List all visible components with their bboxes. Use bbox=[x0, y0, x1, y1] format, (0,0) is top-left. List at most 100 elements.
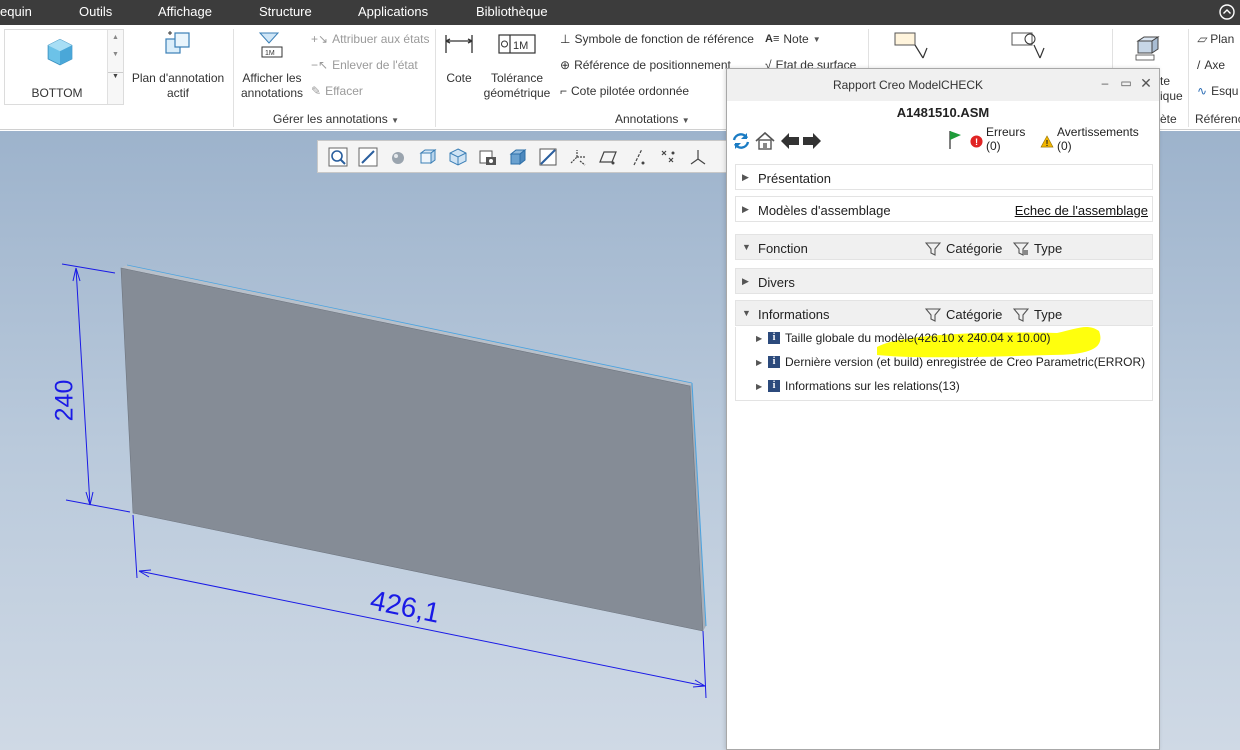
datum-target-button[interactable]: ⊕ Référence de positionnement bbox=[560, 58, 731, 72]
info-icon: i bbox=[768, 380, 780, 392]
list-item[interactable]: ▶ i Taille globale du modèle(426.10 x 24… bbox=[756, 329, 1051, 347]
bottom-view-icon bbox=[47, 38, 73, 66]
back-arrow-icon[interactable] bbox=[779, 130, 801, 152]
menu-item-structure[interactable]: Structure bbox=[259, 4, 312, 19]
plane-button[interactable]: ▱ Plan bbox=[1197, 32, 1234, 46]
expand-arrow-icon: ▶ bbox=[742, 204, 749, 214]
svg-text:!: ! bbox=[1046, 138, 1049, 148]
list-item[interactable]: ▶ i Informations sur les relations(13) bbox=[756, 377, 960, 395]
menu-item-bibliotheque[interactable]: Bibliothèque bbox=[476, 4, 548, 19]
chevron-down-icon: ▼ bbox=[681, 116, 690, 125]
cut-label-te: te bbox=[1160, 74, 1171, 88]
erase-button[interactable]: ✎ Effacer bbox=[311, 84, 363, 98]
menu-bar: equin Outils Affichage Structure Applica… bbox=[0, 0, 1240, 25]
ordinate-icon: ⌐ bbox=[560, 84, 568, 98]
geometric-tolerance-label: Tolérance géométrique bbox=[483, 71, 551, 100]
section-function[interactable]: ▼ Fonction Catégorie Type bbox=[735, 234, 1153, 260]
remove-icon: −↖ bbox=[311, 58, 329, 72]
assembly-failure-link[interactable]: Echec de l'assemblage bbox=[1015, 203, 1148, 218]
filter-settings-icon bbox=[1013, 241, 1029, 256]
warnings-label: Avertissements bbox=[1057, 125, 1139, 139]
assign-to-states-button[interactable]: +↘ Attribuer aux états bbox=[311, 32, 429, 46]
category-filter-label: Catégorie bbox=[946, 241, 1003, 256]
info-icon: i bbox=[768, 332, 780, 344]
model-graphics bbox=[61, 263, 707, 699]
section-misc-title: Divers bbox=[758, 275, 795, 290]
category-filter[interactable]: Catégorie bbox=[925, 241, 1002, 256]
warnings-indicator[interactable]: Avertissements (0) bbox=[1057, 125, 1139, 153]
note-icon: A≡ bbox=[765, 33, 780, 45]
expand-arrow-icon: ▶ bbox=[742, 276, 749, 286]
refresh-icon[interactable] bbox=[730, 130, 752, 152]
type-filter[interactable]: Type bbox=[1013, 241, 1062, 256]
warnings-count: (0) bbox=[1057, 139, 1072, 153]
chevron-up-icon[interactable] bbox=[1218, 3, 1236, 21]
minimize-icon[interactable]: – bbox=[1098, 76, 1112, 90]
close-icon[interactable]: ✕ bbox=[1139, 76, 1153, 90]
home-icon[interactable] bbox=[754, 130, 776, 152]
sketch-button[interactable]: ∿ Esqu bbox=[1197, 84, 1238, 98]
ordinate-dimension-button[interactable]: ⌐ Cote pilotée ordonnée bbox=[560, 84, 689, 98]
manage-annotations-label: Gérer les annotations bbox=[273, 112, 388, 126]
menu-item-applications[interactable]: Applications bbox=[358, 4, 428, 19]
chevron-down-icon: ▼ bbox=[812, 34, 821, 44]
annotation-plane-icon bbox=[165, 31, 190, 54]
datum-target-symbol-icon[interactable] bbox=[1010, 30, 1050, 62]
assign-to-states-label: Attribuer aux états bbox=[332, 32, 430, 46]
maximize-icon[interactable]: ▭ bbox=[1119, 76, 1133, 90]
active-annotation-plane-button[interactable]: Plan d'annotation actif bbox=[128, 29, 228, 101]
remove-from-state-button[interactable]: −↖ Enlever de l'état bbox=[311, 58, 418, 72]
view-gallery[interactable]: BOTTOM ▲ ▼ ▼ bbox=[4, 29, 124, 105]
remove-from-state-label: Enlever de l'état bbox=[332, 58, 418, 72]
axis-button[interactable]: / Axe bbox=[1197, 58, 1225, 72]
section-presentation[interactable]: ▶ Présentation bbox=[735, 164, 1153, 190]
show-annotations-button[interactable]: 1M Afficher les annotations bbox=[238, 29, 306, 101]
section-assembly-models[interactable]: ▶ Modèles d'assemblage Echec de l'assemb… bbox=[735, 196, 1153, 222]
flag-note-icon[interactable] bbox=[893, 30, 933, 62]
plate-front-face[interactable] bbox=[120, 267, 704, 632]
show-annotations-icon: 1M bbox=[258, 32, 283, 58]
list-item[interactable]: ▶ i Dernière version (et build) enregist… bbox=[756, 353, 1145, 371]
section-presentation-title: Présentation bbox=[758, 171, 831, 186]
axis-label: Axe bbox=[1204, 58, 1226, 72]
svg-text:1M: 1M bbox=[513, 40, 528, 52]
section-function-title: Fonction bbox=[758, 241, 808, 256]
sketch-label: Esqu bbox=[1211, 84, 1239, 98]
info-row-model-size: Taille globale du modèle(426.10 x 240.04… bbox=[785, 331, 1051, 345]
gallery-scrollbar[interactable]: ▲ ▼ ▼ bbox=[107, 30, 123, 104]
section-assembly-models-title: Modèles d'assemblage bbox=[758, 203, 891, 218]
section-misc[interactable]: ▶ Divers bbox=[735, 268, 1153, 294]
geometric-tolerance-button[interactable]: 1M Tolérance géométrique bbox=[481, 29, 553, 101]
svg-text:!: ! bbox=[975, 137, 978, 147]
dimension-button[interactable]: Cote bbox=[440, 29, 478, 86]
datum-feature-symbol-button[interactable]: ⊥ Symbole de fonction de référence bbox=[560, 32, 754, 46]
erase-label: Effacer bbox=[325, 84, 363, 98]
note-button[interactable]: A≡ Note ▼ bbox=[765, 32, 821, 46]
forward-arrow-icon[interactable] bbox=[801, 130, 823, 152]
svg-text:1M: 1M bbox=[265, 50, 275, 57]
errors-label: Erreurs bbox=[986, 125, 1026, 139]
datum-symbol-icon: ⊥ bbox=[560, 32, 571, 46]
menu-item-outils[interactable]: Outils bbox=[79, 4, 112, 19]
info-row-relations: Informations sur les relations(13) bbox=[785, 379, 960, 393]
dialog-titlebar[interactable]: Rapport Creo ModelCHECK – ▭ ✕ bbox=[727, 69, 1159, 101]
warning-icon: ! bbox=[1040, 135, 1054, 148]
dimension-icon bbox=[445, 35, 473, 53]
expand-arrow-icon: ▶ bbox=[756, 381, 763, 391]
datum-target-icon: ⊕ bbox=[560, 58, 571, 72]
assign-icon: +↘ bbox=[311, 32, 329, 46]
model-dimension-icon[interactable] bbox=[1132, 31, 1164, 63]
axis-icon: / bbox=[1197, 58, 1201, 72]
menu-item-equin[interactable]: equin bbox=[0, 4, 32, 19]
plane-label: Plan bbox=[1210, 32, 1235, 46]
chevron-down-icon: ▼ bbox=[391, 116, 399, 125]
sketch-icon: ∿ bbox=[1197, 84, 1208, 98]
errors-indicator[interactable]: Erreurs (0) bbox=[986, 125, 1025, 153]
errors-count: (0) bbox=[986, 139, 1001, 153]
annotations-group[interactable]: Annotations ▼ bbox=[615, 112, 690, 126]
menu-item-affichage[interactable]: Affichage bbox=[158, 4, 212, 19]
model-name: A1481510.ASM bbox=[896, 105, 990, 120]
manage-annotations-group[interactable]: Gérer les annotations ▼ bbox=[273, 112, 399, 126]
references-group-label: Référenc bbox=[1195, 112, 1240, 126]
expand-arrow-icon: ▶ bbox=[756, 333, 763, 343]
